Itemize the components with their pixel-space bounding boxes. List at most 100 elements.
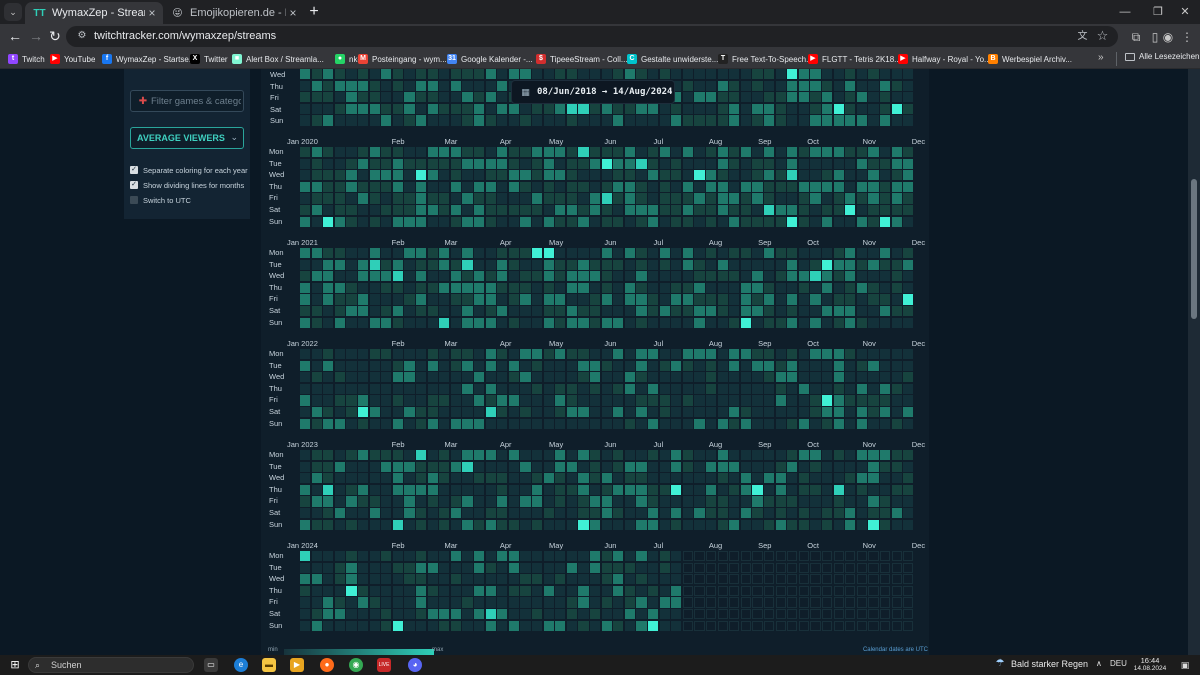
tab-strip: ⌄ TT WymaxZep - Streams List and S × 😜 E…: [0, 0, 1200, 24]
new-tab-button[interactable]: +: [305, 3, 323, 21]
tts-icon: T: [718, 54, 728, 64]
reload-icon[interactable]: ↻: [46, 27, 64, 45]
bookmark-label: WymaxZep - Startse...: [116, 54, 196, 64]
bookmark-4[interactable]: ■ Alert Box / Streamla...: [232, 52, 324, 66]
facebook-icon: f: [102, 54, 112, 64]
tab-wymaxzep[interactable]: TT WymaxZep - Streams List and S ×: [25, 2, 163, 24]
bookmark-label: Halfway - Royal - Yo...: [912, 54, 991, 64]
checkbox-checked[interactable]: ✓: [130, 166, 138, 174]
checkbox-unchecked[interactable]: [130, 196, 138, 204]
separate-coloring-option[interactable]: ✓ Separate coloring for each year: [130, 164, 248, 176]
youtube-icon: ▶: [898, 54, 908, 64]
bookmark-label: Free Text-To-Speech...: [732, 54, 813, 64]
url-text: twitchtracker.com/wymaxzep/streams: [94, 30, 277, 42]
twitchtracker-icon: TT: [33, 7, 46, 19]
taskbar-search[interactable]: ⌕ Suchen: [28, 657, 194, 673]
all-bookmarks-button[interactable]: Alle Lesezeichen: [1125, 52, 1199, 61]
bookmark-7[interactable]: 31 Google Kalender -...: [447, 52, 533, 66]
extensions-icon[interactable]: ⧉: [1127, 28, 1145, 46]
youtube-icon: ▶: [808, 54, 818, 64]
gmail-icon: M: [358, 54, 368, 64]
bookmark-label: FLGTT - Tetris 2K18...: [822, 54, 901, 64]
windows-start-icon[interactable]: ⊞: [9, 659, 21, 671]
translate-icon[interactable]: 文: [1075, 29, 1090, 44]
edge-icon[interactable]: e: [234, 658, 248, 672]
bookmark-6[interactable]: M Posteingang - wym...: [358, 52, 447, 66]
close-tab-icon[interactable]: ×: [145, 6, 159, 20]
site-info-icon[interactable]: ⚙: [75, 29, 89, 43]
whatsapp-icon: ●: [335, 54, 345, 64]
bookmark-label: Gestalte unwiderste...: [641, 54, 719, 64]
bookmark-label: Werbespiel Archiv...: [1002, 54, 1072, 64]
gamepad-icon: ✚: [138, 96, 148, 107]
option-label: Show dividing lines for months: [143, 180, 245, 190]
canva-icon: C: [627, 54, 637, 64]
date-range-picker[interactable]: ▦ 08/Jun/2018 → 14/Aug/2024: [511, 80, 675, 104]
notification-icon[interactable]: ▣: [1179, 659, 1191, 671]
page-scrollbar[interactable]: [1188, 69, 1200, 655]
bookmark-label: TipeeeStream - Coll...: [550, 54, 628, 64]
bookmark-label: Alert Box / Streamla...: [246, 54, 324, 64]
all-bookmarks-label: Alle Lesezeichen: [1139, 52, 1200, 61]
legend-min: min: [268, 647, 278, 653]
firefox-icon[interactable]: ●: [320, 658, 334, 672]
back-icon[interactable]: ←: [6, 27, 24, 45]
filter-placeholder: Filter games & categor: [151, 96, 241, 107]
bookmark-9[interactable]: C Gestalte unwiderste...: [627, 52, 718, 66]
legend-max: max: [432, 647, 444, 653]
media-player-icon[interactable]: ▶: [290, 658, 304, 672]
bookmark-star-icon[interactable]: ☆: [1095, 28, 1110, 43]
close-window-icon[interactable]: ✕: [1170, 2, 1200, 22]
utc-note: Calendar dates are UTC: [862, 647, 928, 653]
scrollbar-thumb[interactable]: [1191, 179, 1197, 319]
chrome-icon[interactable]: ◉: [349, 658, 363, 672]
bookmark-label: Twitter: [204, 54, 228, 64]
windows-taskbar: ⊞ ⌕ Suchen ▭ e ▬ ▶ ● ◉ LIVE ◕ ☂ Bald sta…: [0, 655, 1200, 675]
blogger-icon: B: [988, 54, 998, 64]
bookmark-0[interactable]: t Twitch: [8, 52, 45, 66]
discord-icon[interactable]: ◕: [408, 658, 422, 672]
minimize-icon[interactable]: —: [1110, 2, 1140, 22]
tray-overflow-icon[interactable]: ∧: [1096, 659, 1102, 668]
rain-cloud-icon: ☂: [995, 658, 1005, 669]
date-range-text: 08/Jun/2018 → 14/Aug/2024: [537, 87, 673, 97]
close-tab-icon[interactable]: ×: [286, 6, 300, 20]
stream-filter-panel: ✚ Filter games & categor AVERAGE VIEWERS…: [124, 69, 250, 219]
bookmark-8[interactable]: $ TipeeeStream - Coll...: [536, 52, 628, 66]
dividing-lines-option[interactable]: ✓ Show dividing lines for months: [130, 179, 244, 191]
bookmark-label: YouTube: [64, 54, 96, 64]
language-indicator[interactable]: DEU: [1110, 659, 1127, 668]
task-view-icon[interactable]: ▭: [204, 658, 218, 672]
option-label: Switch to UTC: [143, 195, 191, 205]
metric-label: AVERAGE VIEWERS: [137, 133, 225, 143]
profile-avatar[interactable]: ◉: [1159, 28, 1177, 46]
address-bar[interactable]: ⚙ twitchtracker.com/wymaxzep/streams 文 ☆: [66, 26, 1118, 47]
weather-text: Bald starker Regen: [1011, 659, 1089, 669]
system-clock[interactable]: 16:44 14.08.2024: [1131, 656, 1169, 673]
utc-option[interactable]: Switch to UTC: [130, 194, 191, 206]
bookmark-3[interactable]: X Twitter: [190, 52, 228, 66]
game-filter-input[interactable]: ✚ Filter games & categor: [130, 90, 244, 112]
bookmark-11[interactable]: ▶ FLGTT - Tetris 2K18...: [808, 52, 901, 66]
bookmark-10[interactable]: T Free Text-To-Speech...: [718, 52, 813, 66]
obs-live-icon[interactable]: LIVE: [377, 658, 391, 672]
chevron-down-icon: ⌄: [230, 132, 238, 142]
bookmark-12[interactable]: ▶ Halfway - Royal - Yo...: [898, 52, 991, 66]
tab-search-button[interactable]: ⌄: [4, 3, 22, 21]
forward-icon[interactable]: →: [27, 27, 45, 45]
tab-title: WymaxZep - Streams List and S: [52, 7, 145, 19]
browser-toolbar: ← → ↻ ⚙ twitchtracker.com/wymaxzep/strea…: [0, 24, 1200, 49]
tab-emojikopieren[interactable]: 😜 Emojikopieren.de - Emojis : ×: [163, 2, 304, 24]
bookmark-13[interactable]: B Werbespiel Archiv...: [988, 52, 1072, 66]
metric-dropdown[interactable]: AVERAGE VIEWERS ⌄: [130, 127, 244, 149]
weather-widget[interactable]: ☂ Bald starker Regen: [994, 658, 1089, 670]
checkbox-checked[interactable]: ✓: [130, 181, 138, 189]
tab-title: Emojikopieren.de - Emojis :: [190, 7, 286, 19]
bookmark-2[interactable]: f WymaxZep - Startse...: [102, 52, 196, 66]
maximize-icon[interactable]: ❐: [1143, 2, 1173, 22]
menu-icon[interactable]: ⋮: [1178, 28, 1196, 46]
page-content: ✚ Filter games & categor AVERAGE VIEWERS…: [0, 69, 1188, 655]
bookmark-1[interactable]: ▶ YouTube: [50, 52, 95, 66]
file-explorer-icon[interactable]: ▬: [262, 658, 276, 672]
more-bookmarks-button[interactable]: »: [1098, 52, 1104, 63]
